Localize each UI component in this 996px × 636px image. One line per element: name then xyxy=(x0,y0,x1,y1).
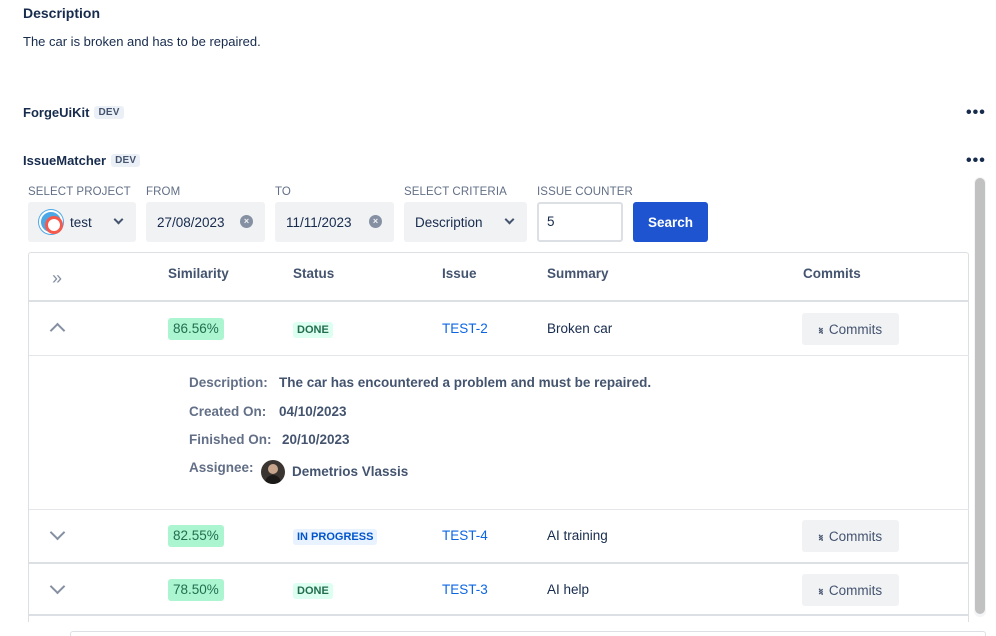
issue-counter-input[interactable]: 5 xyxy=(537,202,623,242)
commit-icon: ⹏ xyxy=(818,583,823,598)
expand-all-icon[interactable]: » xyxy=(52,268,62,289)
commits-button[interactable]: ⹏ Commits xyxy=(802,574,899,606)
detail-created-label: Created On: xyxy=(189,404,267,419)
from-date-value: 27/08/2023 xyxy=(157,214,225,230)
to-date-picker[interactable]: 11/11/2023 × xyxy=(275,202,394,242)
commit-icon: ⹏ xyxy=(818,322,823,337)
header-similarity[interactable]: Similarity xyxy=(168,266,229,281)
header-status[interactable]: Status xyxy=(293,266,334,281)
header-summary[interactable]: Summary xyxy=(547,266,609,281)
detail-created-value: 04/10/2023 xyxy=(279,404,347,419)
issue-summary: AI help xyxy=(547,582,590,597)
criteria-label: SELECT CRITERIA xyxy=(404,186,507,198)
scrollbar-thumb[interactable] xyxy=(975,178,985,614)
issue-summary: Broken car xyxy=(547,321,613,336)
row-divider xyxy=(29,614,969,616)
row-divider xyxy=(29,509,969,510)
issue-link[interactable]: TEST-3 xyxy=(442,582,488,597)
header-divider xyxy=(29,300,969,302)
env-badge: DEV xyxy=(111,154,141,167)
comment-input[interactable] xyxy=(70,631,986,636)
counter-label: ISSUE COUNTER xyxy=(537,186,633,198)
description-text: The car is broken and has to be repaired… xyxy=(23,34,261,49)
status-badge: IN PROGRESS xyxy=(293,529,378,545)
results-table xyxy=(28,252,969,622)
issue-link[interactable]: TEST-4 xyxy=(442,528,488,543)
row-divider xyxy=(29,562,969,564)
chevron-down-icon xyxy=(504,214,515,225)
assignee-avatar xyxy=(261,460,285,484)
similarity-badge: 78.50% xyxy=(168,579,224,601)
app-header-forgeuikit: ForgeUiKit DEV xyxy=(23,105,124,120)
detail-finished-label: Finished On: xyxy=(189,432,272,447)
commits-label: Commits xyxy=(828,582,883,598)
clear-icon[interactable]: × xyxy=(369,215,382,228)
issue-summary: AI training xyxy=(547,528,608,543)
app-header-issuematcher: IssueMatcher DEV xyxy=(23,153,141,168)
app-name: IssueMatcher xyxy=(23,153,107,168)
commits-label: Commits xyxy=(828,528,883,544)
commits-button[interactable]: ⹏ Commits xyxy=(802,520,899,552)
project-label: SELECT PROJECT xyxy=(28,186,131,198)
from-date-picker[interactable]: 27/08/2023 × xyxy=(146,202,265,242)
project-select[interactable]: test xyxy=(28,202,136,242)
app-name: ForgeUiKit xyxy=(23,105,90,120)
similarity-badge: 82.55% xyxy=(168,525,224,547)
clear-icon[interactable]: × xyxy=(240,215,253,228)
from-label: FROM xyxy=(146,186,181,198)
similarity-badge: 86.56% xyxy=(168,318,224,340)
status-badge: DONE xyxy=(293,322,333,338)
commits-label: Commits xyxy=(828,321,883,337)
chevron-down-icon xyxy=(113,214,124,225)
issue-link[interactable]: TEST-2 xyxy=(442,321,488,336)
header-commits[interactable]: Commits xyxy=(803,266,861,281)
header-issue[interactable]: Issue xyxy=(442,266,477,281)
to-date-value: 11/11/2023 xyxy=(286,214,352,230)
env-badge: DEV xyxy=(94,106,124,119)
row-divider xyxy=(29,355,969,356)
status-badge: DONE xyxy=(293,583,333,599)
more-actions-icon[interactable]: ••• xyxy=(966,153,986,169)
description-title: Description xyxy=(23,5,101,21)
search-button[interactable]: Search xyxy=(633,202,708,242)
to-label: TO xyxy=(275,186,291,198)
detail-description-value: The car has encountered a problem and mu… xyxy=(279,375,652,390)
project-avatar-icon xyxy=(39,210,63,234)
detail-assignee-label: Assignee: xyxy=(189,460,254,475)
more-actions-icon[interactable]: ••• xyxy=(966,105,986,121)
detail-finished-value: 20/10/2023 xyxy=(282,432,350,447)
detail-description-label: Description: xyxy=(189,375,268,390)
criteria-select[interactable]: Description xyxy=(404,202,527,242)
criteria-value: Description xyxy=(415,214,483,230)
commits-button[interactable]: ⹏ Commits xyxy=(802,313,899,345)
project-value: test xyxy=(70,214,92,230)
detail-assignee-value: Demetrios Vlassis xyxy=(292,464,409,479)
commit-icon: ⹏ xyxy=(818,529,823,544)
